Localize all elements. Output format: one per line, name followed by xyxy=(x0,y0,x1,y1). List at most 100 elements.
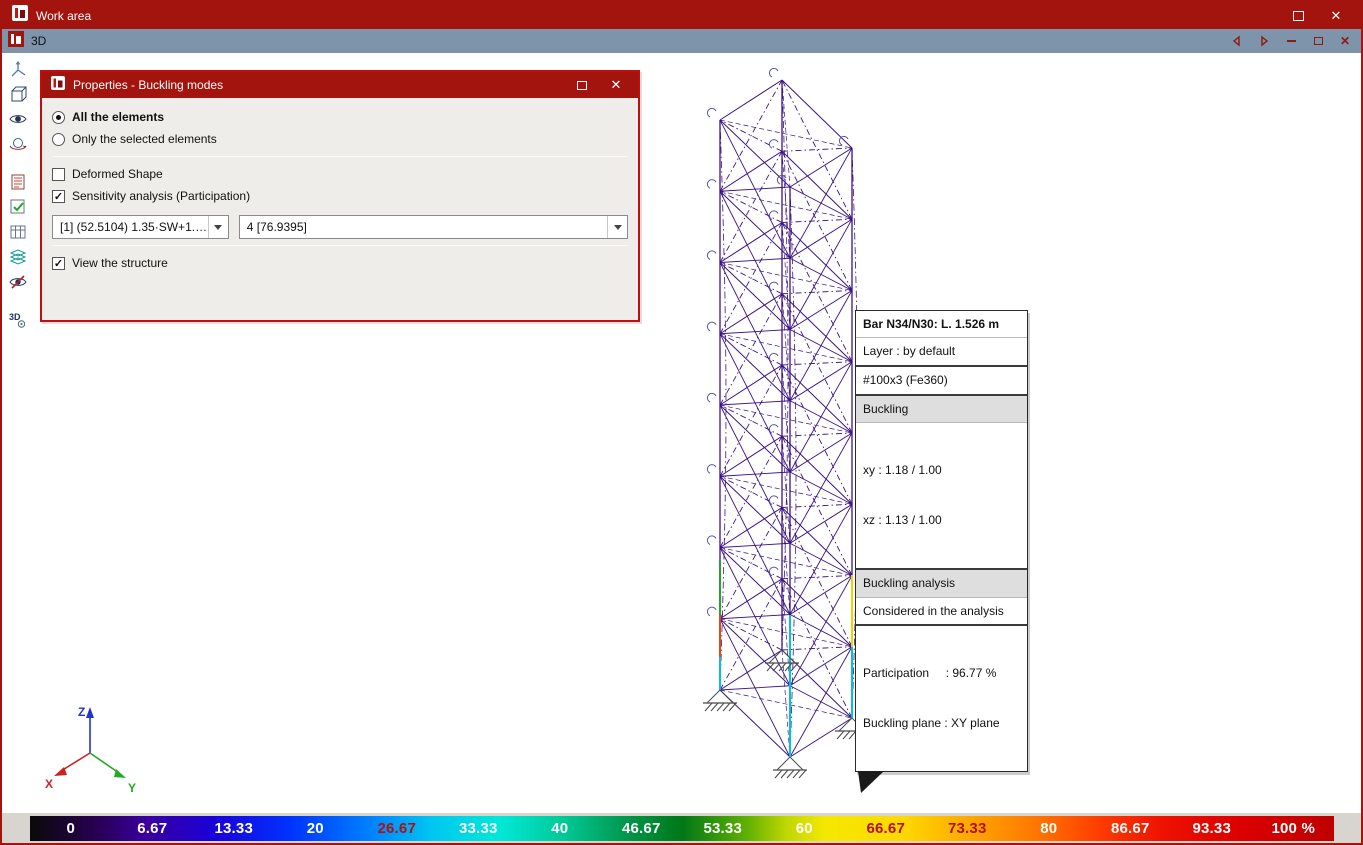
dialog-close-button[interactable]: ✕ xyxy=(603,75,629,95)
arrow-right-icon xyxy=(1261,35,1269,47)
checkbox-deformed-shape[interactable]: Deformed Shape xyxy=(52,163,628,185)
mode-combobox[interactable]: 4 [76.9395] xyxy=(238,215,628,239)
scale-label: 100 % xyxy=(1271,820,1316,837)
y-axis-arrow xyxy=(114,769,126,778)
restore-icon xyxy=(1313,37,1323,45)
dialog-close-icon: ✕ xyxy=(610,77,622,92)
radio-selected-elements[interactable]: Only the selected elements xyxy=(52,128,628,150)
radio-button-icon xyxy=(52,110,65,124)
tooltip-layer: Layer : by default xyxy=(856,337,1027,365)
color-scale-labels: 0 6.67 13.33 20 26.67 33.33 40 46.67 53.… xyxy=(30,816,1334,841)
app-logo-icon xyxy=(12,5,28,26)
viewport-titlebar: 3D ✕ xyxy=(2,29,1361,53)
tooltip-section: #100x3 (Fe360) xyxy=(856,364,1027,394)
dialog-titlebar[interactable]: Properties - Buckling modes ✕ xyxy=(42,72,638,98)
viewport-title: 3D xyxy=(31,34,47,48)
separator xyxy=(52,156,628,157)
dialog-maximize-icon xyxy=(577,80,587,90)
tooltip-xz: xz : 1.13 / 1.00 xyxy=(863,513,942,528)
radio-button-icon xyxy=(52,132,65,146)
close-button[interactable]: ✕ xyxy=(1321,5,1351,27)
tooltip-xy: xy : 1.18 / 1.00 xyxy=(863,462,942,477)
axes-triad: Z X Y xyxy=(45,705,136,795)
scale-label: 40 xyxy=(551,820,569,837)
close-view-icon: ✕ xyxy=(1339,34,1351,48)
viewport-logo-icon xyxy=(8,30,24,52)
check-table-icon[interactable] xyxy=(6,195,30,219)
tooltip-analysis-header: Buckling analysis xyxy=(856,567,1027,597)
mode-combobox-value: 4 [76.9395] xyxy=(246,220,307,234)
y-axis-label: Y xyxy=(128,781,136,795)
scale-label: 33.33 xyxy=(458,820,498,837)
properties-dialog: Properties - Buckling modes ✕ All the el… xyxy=(40,70,640,322)
checkbox-checked-icon xyxy=(52,189,65,203)
checkbox-view-structure-label: View the structure xyxy=(72,256,168,270)
tooltip-title: Bar N34/N30: L. 1.526 m xyxy=(863,317,1000,331)
scale-label: 73.33 xyxy=(947,820,987,837)
previous-view-button[interactable] xyxy=(1227,32,1247,50)
separator xyxy=(52,245,628,246)
scale-label: 53.33 xyxy=(703,820,743,837)
tooltip-considered: Considered in the analysis xyxy=(856,596,1027,625)
scale-label: 26.67 xyxy=(377,820,417,837)
scale-label: 46.67 xyxy=(621,820,661,837)
restore-view-button[interactable] xyxy=(1308,32,1328,50)
scale-label: 80 xyxy=(1040,820,1058,837)
scale-label: 0 xyxy=(66,820,76,837)
tooltip-buckling-values: xy : 1.18 / 1.00 xz : 1.13 / 1.00 xyxy=(856,422,1027,567)
bar-info-tooltip: Bar N34/N30: L. 1.526 m Layer : by defau… xyxy=(855,310,1028,793)
layers-icon[interactable] xyxy=(6,245,30,269)
orbit-icon[interactable] xyxy=(6,132,30,156)
cube-icon[interactable] xyxy=(6,82,30,106)
axes-icon[interactable] xyxy=(6,57,30,81)
loadcase-combobox[interactable]: [1] (52.5104) 1.35·SW+1.5-... xyxy=(52,215,229,239)
tooltip-buckling-header: Buckling xyxy=(856,393,1027,423)
window-title: Work area xyxy=(36,8,92,23)
tooltip-plane: Buckling plane : XY plane xyxy=(863,716,1000,731)
scale-label: 86.67 xyxy=(1110,820,1150,837)
scale-label: 93.33 xyxy=(1192,820,1232,837)
checkbox-sensitivity[interactable]: Sensitivity analysis (Participation) xyxy=(52,185,628,207)
results-table-icon[interactable] xyxy=(6,170,30,194)
x-axis-label: X xyxy=(45,777,53,791)
dialog-title: Properties - Buckling modes xyxy=(73,78,224,92)
scale-label: 20 xyxy=(306,820,324,837)
chevron-down-icon xyxy=(207,216,228,238)
minimize-view-button[interactable] xyxy=(1281,32,1301,50)
close-icon: ✕ xyxy=(1330,7,1342,23)
checkbox-deformed-shape-label: Deformed Shape xyxy=(72,167,163,181)
tooltip-participation: Participation : 96.77 % xyxy=(863,665,997,680)
checkbox-sensitivity-label: Sensitivity analysis (Participation) xyxy=(72,189,251,203)
checkbox-checked-icon xyxy=(52,256,65,270)
3d-options-icon[interactable]: 3D xyxy=(6,308,30,332)
close-view-button[interactable]: ✕ xyxy=(1335,32,1355,50)
tooltip-tail xyxy=(858,770,884,793)
grid-icon[interactable] xyxy=(6,220,30,244)
arrow-left-icon xyxy=(1232,35,1240,47)
scale-label: 66.67 xyxy=(866,820,906,837)
scale-label: 60 xyxy=(795,820,813,837)
minimize-icon xyxy=(1286,40,1296,42)
z-axis-arrow xyxy=(86,707,94,718)
color-scale-bar: 0 6.67 13.33 20 26.67 33.33 40 46.67 53.… xyxy=(2,813,1361,843)
chevron-down-icon xyxy=(607,216,627,238)
tooltip-participation-block: Participation : 96.77 % Buckling plane :… xyxy=(856,624,1027,770)
z-axis-label: Z xyxy=(78,705,85,719)
radio-all-elements-label: All the elements xyxy=(72,110,165,124)
maximize-button[interactable] xyxy=(1283,5,1313,27)
maximize-icon xyxy=(1292,10,1304,21)
dialog-logo-icon xyxy=(51,75,65,95)
scale-label: 13.33 xyxy=(214,820,254,837)
loadcase-combobox-value: [1] (52.5104) 1.35·SW+1.5-... xyxy=(60,220,208,234)
hide-elements-icon[interactable] xyxy=(6,270,30,294)
left-toolbar: 3D xyxy=(2,53,34,813)
next-view-button[interactable] xyxy=(1254,32,1274,50)
radio-selected-elements-label: Only the selected elements xyxy=(72,132,217,146)
svg-text:3D: 3D xyxy=(9,312,21,322)
dialog-maximize-button[interactable] xyxy=(569,75,595,95)
scale-label: 6.67 xyxy=(137,820,168,837)
work-area-window: Work area ✕ 3D ✕ 3D Z X Y Properties - B… xyxy=(0,0,1363,845)
checkbox-view-structure[interactable]: View the structure xyxy=(52,252,628,274)
eye-icon[interactable] xyxy=(6,107,30,131)
radio-all-elements[interactable]: All the elements xyxy=(52,106,628,128)
